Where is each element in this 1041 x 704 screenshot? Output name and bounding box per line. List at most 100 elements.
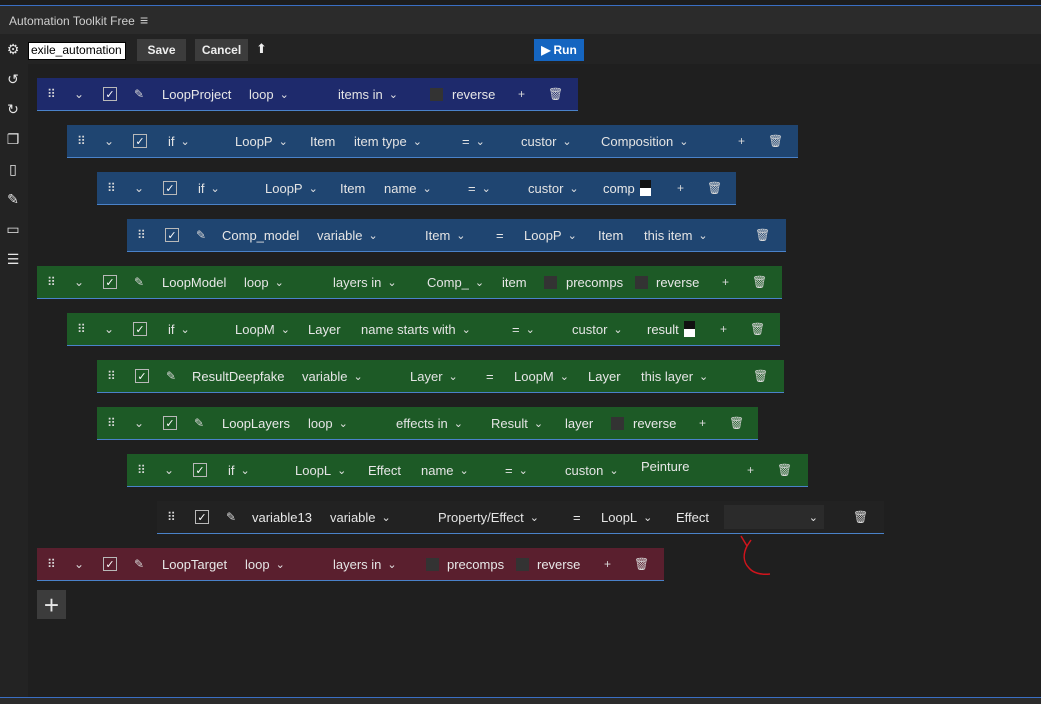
collapse-chevron-icon[interactable]: ⌄: [104, 125, 114, 157]
value-input[interactable]: result: [647, 313, 679, 345]
variable-select[interactable]: LoopP ⌄: [524, 219, 577, 251]
pencil-icon[interactable]: ✎: [194, 407, 204, 439]
pencil-icon[interactable]: ✎: [134, 548, 144, 580]
drag-handle-icon[interactable]: ⠿: [137, 454, 146, 486]
enabled-checkbox[interactable]: ✓: [103, 557, 117, 571]
pencil-icon[interactable]: ✎: [196, 219, 206, 251]
loop-type-select[interactable]: loop ⌄: [244, 266, 284, 298]
save-button[interactable]: Save: [137, 39, 186, 61]
operator-select[interactable]: = ⌄: [468, 172, 491, 204]
drag-handle-icon[interactable]: ⠿: [107, 360, 116, 392]
variable-select[interactable]: LoopM ⌄: [514, 360, 569, 392]
trash-icon[interactable]: 🗑: [750, 313, 765, 345]
add-icon[interactable]: +: [747, 454, 754, 486]
source-select[interactable]: custor ⌄: [572, 313, 623, 345]
enabled-checkbox[interactable]: ✓: [165, 228, 179, 242]
collapse-chevron-icon[interactable]: ⌄: [134, 407, 144, 439]
undo-icon[interactable]: ↺: [4, 70, 22, 88]
loop-source-select[interactable]: layers in ⌄: [333, 266, 397, 298]
condition-keyword-select[interactable]: if ⌄: [168, 125, 190, 157]
collapse-chevron-icon[interactable]: ⌄: [74, 266, 84, 298]
value-textarea[interactable]: Peinture: [641, 450, 689, 482]
trash-icon[interactable]: 🗑: [768, 125, 783, 157]
block-name[interactable]: Comp_model: [222, 219, 299, 251]
trash-icon[interactable]: 🗑: [755, 219, 770, 251]
operator-select[interactable]: = ⌄: [505, 454, 528, 486]
precomps-checkbox[interactable]: [426, 558, 439, 571]
block-name[interactable]: LoopProject: [162, 78, 231, 110]
loop-type-select[interactable]: loop ⌄: [249, 78, 289, 110]
block-name[interactable]: variable13: [252, 501, 312, 533]
add-icon[interactable]: +: [720, 313, 727, 345]
enabled-checkbox[interactable]: ✓: [135, 369, 149, 383]
loop-source-select[interactable]: items in ⌄: [338, 78, 398, 110]
drag-handle-icon[interactable]: ⠿: [107, 172, 116, 204]
block-name[interactable]: ResultDeepfake: [192, 360, 285, 392]
variable-kind-select[interactable]: Item ⌄: [425, 219, 466, 251]
add-icon[interactable]: +: [738, 125, 745, 157]
run-button[interactable]: ▶ Run: [534, 39, 584, 61]
enabled-checkbox[interactable]: ✓: [163, 181, 177, 195]
property-select[interactable]: name starts with ⌄: [361, 313, 471, 345]
trash-icon[interactable]: 🗑: [729, 407, 744, 439]
operator-select[interactable]: = ⌄: [512, 313, 535, 345]
comment-icon[interactable]: ▭: [4, 220, 22, 238]
variable-kind-select[interactable]: Property/Effect ⌄: [438, 501, 539, 533]
source-select[interactable]: custon ⌄: [565, 454, 619, 486]
enabled-checkbox[interactable]: ✓: [193, 463, 207, 477]
paste-icon[interactable]: ▯: [4, 160, 22, 178]
reverse-checkbox[interactable]: [635, 276, 648, 289]
brush-icon[interactable]: ✎: [4, 190, 22, 208]
copy-icon[interactable]: ❐: [4, 130, 22, 148]
source-select[interactable]: custor ⌄: [521, 125, 572, 157]
value-select[interactable]: this item ⌄: [644, 219, 708, 251]
loop-source-select[interactable]: layers in ⌄: [333, 548, 397, 580]
block-type-select[interactable]: variable ⌄: [317, 219, 378, 251]
trash-icon[interactable]: 🗑: [777, 454, 792, 486]
hamburger-icon[interactable]: ≡: [140, 12, 148, 28]
loop-source-select[interactable]: effects in ⌄: [396, 407, 463, 439]
add-icon[interactable]: +: [604, 548, 611, 580]
block-name[interactable]: LoopTarget: [162, 548, 227, 580]
value-select[interactable]: this layer ⌄: [641, 360, 708, 392]
cancel-button[interactable]: Cancel: [195, 39, 248, 61]
condition-keyword-select[interactable]: if ⌄: [168, 313, 190, 345]
add-list-icon[interactable]: ☰: [4, 250, 22, 268]
add-icon[interactable]: +: [518, 78, 525, 110]
collapse-chevron-icon[interactable]: ⌄: [164, 454, 174, 486]
gear-icon[interactable]: ⚙: [4, 40, 22, 58]
drag-handle-icon[interactable]: ⠿: [107, 407, 116, 439]
drag-handle-icon[interactable]: ⠿: [47, 266, 56, 298]
add-icon[interactable]: +: [699, 407, 706, 439]
block-name[interactable]: LoopLayers: [222, 407, 290, 439]
drag-handle-icon[interactable]: ⠿: [137, 219, 146, 251]
trash-icon[interactable]: 🗑: [753, 360, 768, 392]
condition-keyword-select[interactable]: if ⌄: [228, 454, 250, 486]
trash-icon[interactable]: 🗑: [634, 548, 649, 580]
pencil-icon[interactable]: ✎: [134, 266, 144, 298]
loop-type-select[interactable]: loop ⌄: [245, 548, 285, 580]
reverse-checkbox[interactable]: [611, 417, 624, 430]
variable-select[interactable]: LoopL ⌄: [601, 501, 652, 533]
value-input[interactable]: comp: [603, 172, 635, 204]
collapse-chevron-icon[interactable]: ⌄: [74, 78, 84, 110]
variable-select[interactable]: LoopM ⌄: [235, 313, 290, 345]
enabled-checkbox[interactable]: ✓: [103, 275, 117, 289]
enabled-checkbox[interactable]: ✓: [195, 510, 209, 524]
enabled-checkbox[interactable]: ✓: [103, 87, 117, 101]
variable-kind-select[interactable]: Layer ⌄: [410, 360, 458, 392]
condition-keyword-select[interactable]: if ⌄: [198, 172, 220, 204]
variable-select[interactable]: Result ⌄: [491, 407, 543, 439]
precomps-checkbox[interactable]: [544, 276, 557, 289]
drag-handle-icon[interactable]: ⠿: [77, 125, 86, 157]
block-name[interactable]: LoopModel: [162, 266, 226, 298]
block-type-select[interactable]: variable ⌄: [302, 360, 363, 392]
redo-icon[interactable]: ↻: [4, 100, 22, 118]
drag-handle-icon[interactable]: ⠿: [77, 313, 86, 345]
pencil-icon[interactable]: ✎: [226, 501, 236, 533]
pencil-icon[interactable]: ✎: [134, 78, 144, 110]
enabled-checkbox[interactable]: ✓: [133, 134, 147, 148]
variable-select[interactable]: LoopL ⌄: [295, 454, 346, 486]
collapse-chevron-icon[interactable]: ⌄: [74, 548, 84, 580]
add-icon[interactable]: +: [722, 266, 729, 298]
